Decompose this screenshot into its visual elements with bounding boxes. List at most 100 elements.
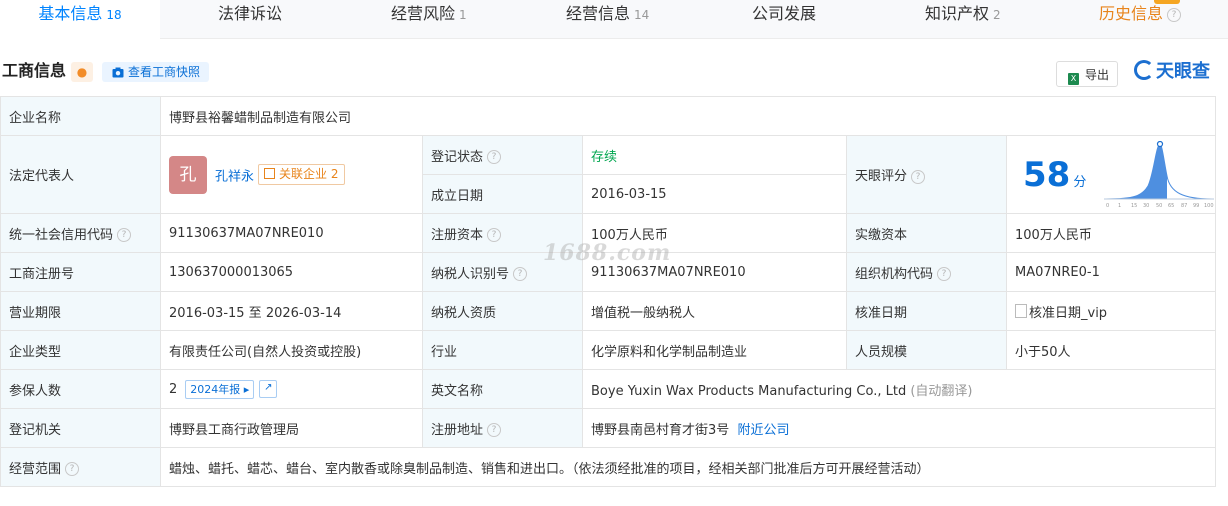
insured-cell: 2 2024年报 ▸ ↗	[160, 369, 423, 409]
table-row: 经营范围? 蜡烛、蜡托、蜡芯、蜡台、室内散香或除臭制品制造、销售和进出口。（依法…	[0, 447, 1217, 487]
company-name: 博野县裕馨蜡制品制造有限公司	[159, 96, 1217, 136]
table-row: 参保人数 2 2024年报 ▸ ↗ 英文名称 Boye Yuxin Wax Prod…	[0, 369, 1217, 409]
help-icon[interactable]: ?	[1167, 7, 1182, 22]
bell-icon[interactable]: ●	[71, 62, 93, 82]
table-row: 营业期限 2016-03-15 至 2026-03-14 纳税人资质 增值税一般…	[0, 291, 1217, 331]
score-value: 58	[1023, 154, 1071, 195]
camera-icon	[112, 64, 124, 84]
label-text: 登记状态	[431, 149, 484, 165]
est-date: 2016-03-15	[582, 174, 847, 214]
approve-date-cell: 核准日期_vip	[1005, 291, 1217, 331]
score-label: 天眼评分?	[846, 135, 1007, 214]
tab-label: 基本信息	[38, 4, 103, 23]
address: 博野县南邑村育才街3号	[591, 422, 730, 438]
vip-badge	[1154, 0, 1180, 4]
term-label: 营业期限	[0, 291, 161, 331]
help-icon[interactable]: ?	[937, 267, 952, 281]
label-text: 经营范围	[9, 461, 62, 477]
network-icon	[264, 168, 276, 179]
help-icon[interactable]: ?	[911, 169, 926, 184]
tick-label: 99	[1193, 203, 1199, 209]
tick-label: 100	[1204, 203, 1214, 209]
tab-basic-info[interactable]: 基本信息 18	[0, 0, 160, 39]
table-row: 法定代表人 孔孔祥永 关联企业 2 登记状态? 存续 天眼评分? 58 分 0 1 …	[0, 135, 1217, 214]
view-snapshot-button[interactable]: 查看工商快照	[102, 62, 209, 82]
export-button[interactable]: X 导出	[1056, 61, 1118, 87]
taxpayer-qual-label: 纳税人资质	[422, 291, 583, 331]
help-icon[interactable]: ?	[487, 423, 502, 437]
tab-risk[interactable]: 经营风险 1	[391, 0, 467, 38]
tab-label: 历史信息	[1099, 4, 1164, 23]
industry-label: 行业	[422, 330, 583, 370]
help-icon[interactable]: ?	[117, 228, 132, 242]
label-text: 组织机构代码	[855, 266, 934, 282]
watermark: 1688.com	[543, 240, 672, 266]
auto-translate-note: (自动翻译)	[910, 383, 973, 399]
paid-capital: 100万人民币	[1005, 213, 1217, 253]
help-icon[interactable]: ?	[487, 150, 502, 164]
tick-label: 50	[1156, 203, 1162, 209]
label-text: 注册资本	[431, 227, 484, 243]
export-label: 导出	[1085, 68, 1110, 82]
reg-no-label: 工商注册号	[0, 252, 161, 292]
industry: 化学原料和化学制品制造业	[582, 330, 847, 370]
business-info-table: 企业名称 博野县裕馨蜡制品制造有限公司 法定代表人 孔孔祥永 关联企业 2 登记状…	[0, 96, 1217, 487]
legal-rep-label: 法定代表人	[0, 135, 161, 214]
help-icon[interactable]: ?	[65, 462, 80, 476]
annual-report-button[interactable]: 2024年报 ▸	[185, 379, 255, 399]
tab-operation[interactable]: 经营信息 14	[566, 0, 649, 38]
label-text: 天眼评分	[855, 169, 908, 184]
related-companies-button[interactable]: 关联企业 2	[258, 164, 345, 185]
tab-bar: 基本信息 18 法律诉讼 经营风险 1 经营信息 14 公司发展 知识产权 2 历史信息…	[0, 0, 1228, 39]
avatar[interactable]: 孔	[169, 155, 207, 194]
snapshot-label: 查看工商快照	[128, 65, 201, 79]
tick-label: 65	[1168, 203, 1174, 209]
english-name: Boye Yuxin Wax Products Manufacturing Co…	[591, 383, 907, 399]
tab-ip[interactable]: 知识产权 2	[925, 0, 1001, 38]
credit-code: 91130637MA07NRE010	[160, 213, 423, 253]
table-row: 登记机关 博野县工商行政管理局 注册地址? 博野县南邑村育才街3号 附近公司	[0, 408, 1217, 448]
score-cell[interactable]: 58 分 0 1 15 30 50 65 87 99 100	[1005, 135, 1217, 214]
reg-no: 130637000013065	[160, 252, 423, 292]
related-label: 关联企业	[279, 167, 328, 181]
english-name-label: 英文名称	[422, 369, 583, 409]
tab-count: 18	[106, 8, 122, 22]
authority: 博野县工商行政管理局	[160, 408, 423, 448]
approve-date: 核准日期_vip	[1029, 305, 1108, 321]
trend-chart-icon[interactable]: ↗	[259, 380, 278, 398]
term: 2016-03-15 至 2026-03-14	[160, 291, 423, 331]
related-count: 2	[330, 167, 339, 181]
tianyancha-logo: 天眼查	[1134, 60, 1210, 84]
tick-label: 1	[1118, 203, 1121, 209]
insured-label: 参保人数	[0, 369, 161, 409]
legal-rep-name[interactable]: 孔祥永	[215, 169, 254, 184]
est-date-label: 成立日期	[422, 174, 583, 214]
org-code: MA07NRE0-1	[1005, 252, 1217, 292]
company-type-label: 企业类型	[0, 330, 161, 370]
address-label: 注册地址?	[422, 408, 583, 448]
help-icon[interactable]: ?	[513, 267, 528, 281]
tab-history[interactable]: 历史信息?	[1099, 0, 1182, 38]
score-distribution-chart: 0 1 15 30 50 65 87 99 100	[1104, 140, 1215, 209]
approve-date-label: 核准日期	[846, 291, 1007, 331]
tab-label: 公司发展	[752, 4, 817, 23]
logo-icon	[1134, 60, 1154, 80]
tab-legal[interactable]: 法律诉讼	[218, 0, 282, 38]
staff-size-label: 人员规模	[846, 330, 1007, 370]
nearby-companies-link[interactable]: 附近公司	[738, 423, 790, 438]
authority-label: 登记机关	[0, 408, 161, 448]
tick-label: 30	[1143, 203, 1149, 209]
logo-text: 天眼查	[1156, 61, 1210, 82]
tab-development[interactable]: 公司发展	[752, 0, 816, 38]
company-name-label: 企业名称	[0, 96, 161, 136]
table-row: 企业类型 有限责任公司(自然人投资或控股) 行业 化学原料和化学制品制造业 人员…	[0, 330, 1217, 370]
address-cell: 博野县南邑村育才街3号 附近公司	[581, 408, 1217, 448]
staff-size: 小于50人	[1005, 330, 1217, 370]
help-icon[interactable]: ?	[487, 228, 502, 242]
table-row: 企业名称 博野县裕馨蜡制品制造有限公司	[0, 96, 1217, 136]
reg-status: 存续	[582, 135, 847, 175]
score-unit: 分	[1073, 175, 1087, 190]
legal-rep-cell: 孔孔祥永 关联企业 2	[160, 135, 423, 214]
company-type: 有限责任公司(自然人投资或控股)	[160, 330, 423, 370]
tab-label: 法律诉讼	[218, 4, 283, 23]
